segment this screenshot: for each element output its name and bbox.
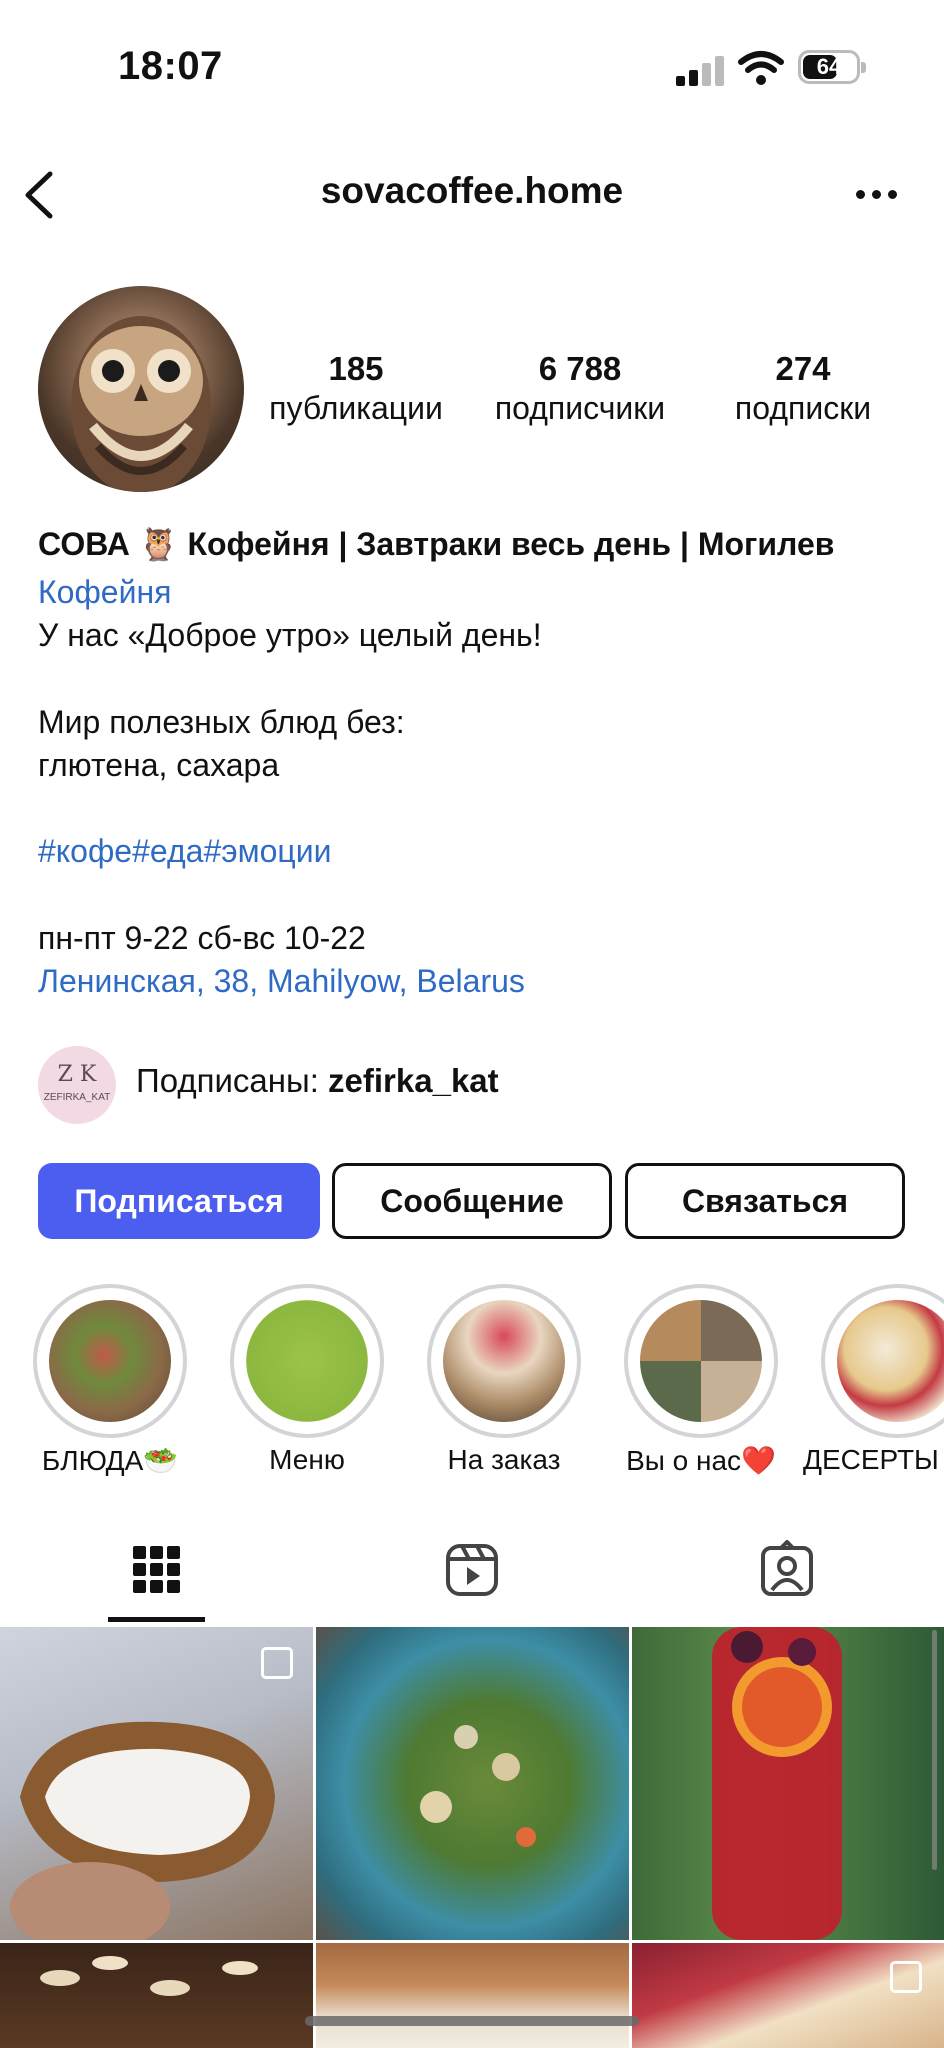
grid-post-3[interactable] [632, 1627, 944, 1940]
message-button[interactable]: Сообщение [332, 1163, 612, 1239]
grid-post-1[interactable] [0, 1627, 313, 1940]
bio-line-2: Мир полезных блюд без: [38, 704, 405, 740]
mutual-avatar-caption: ZEFIRKA_KAT [43, 1092, 111, 1103]
bio-hours: пн-пт 9-22 сб-вс 10-22 [38, 920, 366, 956]
berry-drink-photo [712, 1627, 842, 1940]
highlight-about-us-label: Вы о нас❤️ [626, 1445, 776, 1476]
scrollbar[interactable] [932, 1630, 937, 1870]
tagged-tab-icon[interactable] [757, 1540, 817, 1600]
highlight-desserts[interactable] [821, 1284, 944, 1438]
profile-username: sovacoffee.home [320, 170, 624, 211]
more-options-icon[interactable] [856, 190, 898, 202]
carousel-icon [890, 1961, 922, 1993]
highlight-order[interactable] [427, 1284, 581, 1438]
bio-address-link[interactable]: Ленинская, 38, Mahilyow, Belarus [38, 959, 525, 1003]
salad-photo [420, 1725, 536, 1847]
owl-avatar-image [71, 316, 211, 492]
posts-count[interactable]: 185 [246, 350, 466, 388]
highlight-menu[interactable] [230, 1284, 384, 1438]
mutual-avatar-letters: Z K [57, 1062, 97, 1087]
profile-display-name: СОВА 🦉 Кофейня | Завтраки весь день | Мо… [38, 526, 835, 562]
followers-count[interactable]: 6 788 [470, 350, 690, 388]
grid-post-6[interactable] [632, 1943, 944, 2048]
following-count[interactable]: 274 [693, 350, 913, 388]
active-tab-indicator [108, 1617, 205, 1622]
bio-hashtags[interactable]: #кофе#еда#эмоции [38, 829, 331, 873]
highlight-about-us[interactable] [624, 1284, 778, 1438]
bio-line-1: У нас «Доброе утро» целый день! [38, 617, 542, 653]
bio-line-3: глютена, сахара [38, 747, 280, 783]
status-time: 18:07 [118, 44, 223, 88]
highlight-menu-label: Меню [269, 1444, 345, 1475]
mutual-followers-text[interactable]: Подписаны: zefirka_kat [136, 1062, 499, 1100]
carousel-icon [261, 1647, 293, 1679]
grid-post-2[interactable] [316, 1627, 629, 1940]
mutual-prefix: Подписаны: [136, 1062, 329, 1099]
grid-post-4[interactable] [0, 1943, 313, 2048]
cellular-signal-icon [676, 56, 726, 86]
wifi-icon [738, 51, 784, 85]
battery-level: 64 [816, 54, 842, 79]
highlight-dishes[interactable] [33, 1284, 187, 1438]
following-label[interactable]: подписки [688, 390, 918, 427]
profile-avatar[interactable] [38, 286, 244, 492]
mutual-follower-avatar[interactable]: Z K ZEFIRKA_KAT [38, 1046, 116, 1124]
almond-pastry-photo [40, 1956, 258, 1996]
follow-button[interactable]: Подписаться [38, 1163, 320, 1239]
grid-post-5[interactable] [316, 1943, 629, 2048]
followers-label[interactable]: подписчики [465, 390, 695, 427]
posts-label[interactable]: публикации [241, 390, 471, 427]
home-indicator[interactable] [305, 2016, 639, 2026]
reels-tab-icon[interactable] [442, 1540, 502, 1600]
highlight-desserts-label: ДЕСЕРТЫ [803, 1444, 939, 1475]
battery-icon: 64 [798, 50, 866, 84]
mutual-account[interactable]: zefirka_kat [328, 1062, 499, 1099]
profile-category[interactable]: Кофейня [38, 570, 171, 614]
highlight-dishes-label: БЛЮДА🥗 [41, 1445, 179, 1476]
contact-button[interactable]: Связаться [625, 1163, 905, 1239]
highlight-order-label: На заказ [447, 1444, 561, 1475]
grid-tab-icon[interactable] [127, 1540, 187, 1600]
